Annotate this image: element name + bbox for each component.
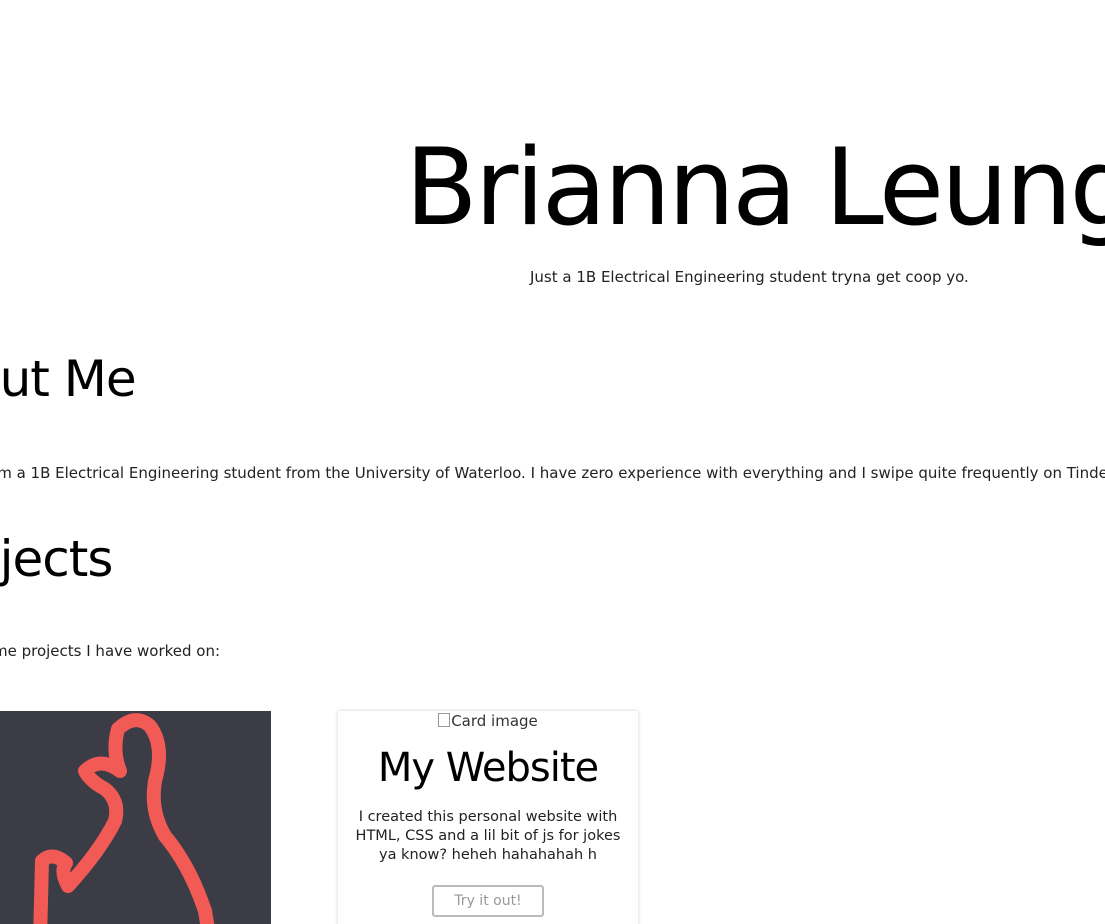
project-card-goose bbox=[0, 711, 271, 924]
about-text: am a 1B Electrical Engineering student f… bbox=[0, 464, 1105, 482]
card-text: I created this personal website with HTM… bbox=[355, 809, 621, 863]
card-image: Card image bbox=[338, 711, 638, 730]
hero-name: Brianna Leung bbox=[405, 126, 1105, 249]
broken-image-icon bbox=[438, 713, 451, 727]
card-title: My Website bbox=[377, 745, 599, 791]
goose-logo-icon bbox=[33, 713, 215, 924]
project-card-website: Card image My Website I created this per… bbox=[338, 711, 638, 924]
about-heading: out Me bbox=[0, 350, 137, 408]
projects-intro: e some projects I have worked on: bbox=[0, 642, 221, 660]
hero-tagline: Just a 1B Electrical Engineering student… bbox=[530, 268, 969, 286]
projects-heading: ojects bbox=[0, 530, 113, 588]
card-image-alt: Card image bbox=[451, 712, 538, 730]
try-it-out-button[interactable]: Try it out! bbox=[432, 885, 544, 917]
page: Brianna Leung Just a 1B Electrical Engin… bbox=[0, 0, 1105, 924]
